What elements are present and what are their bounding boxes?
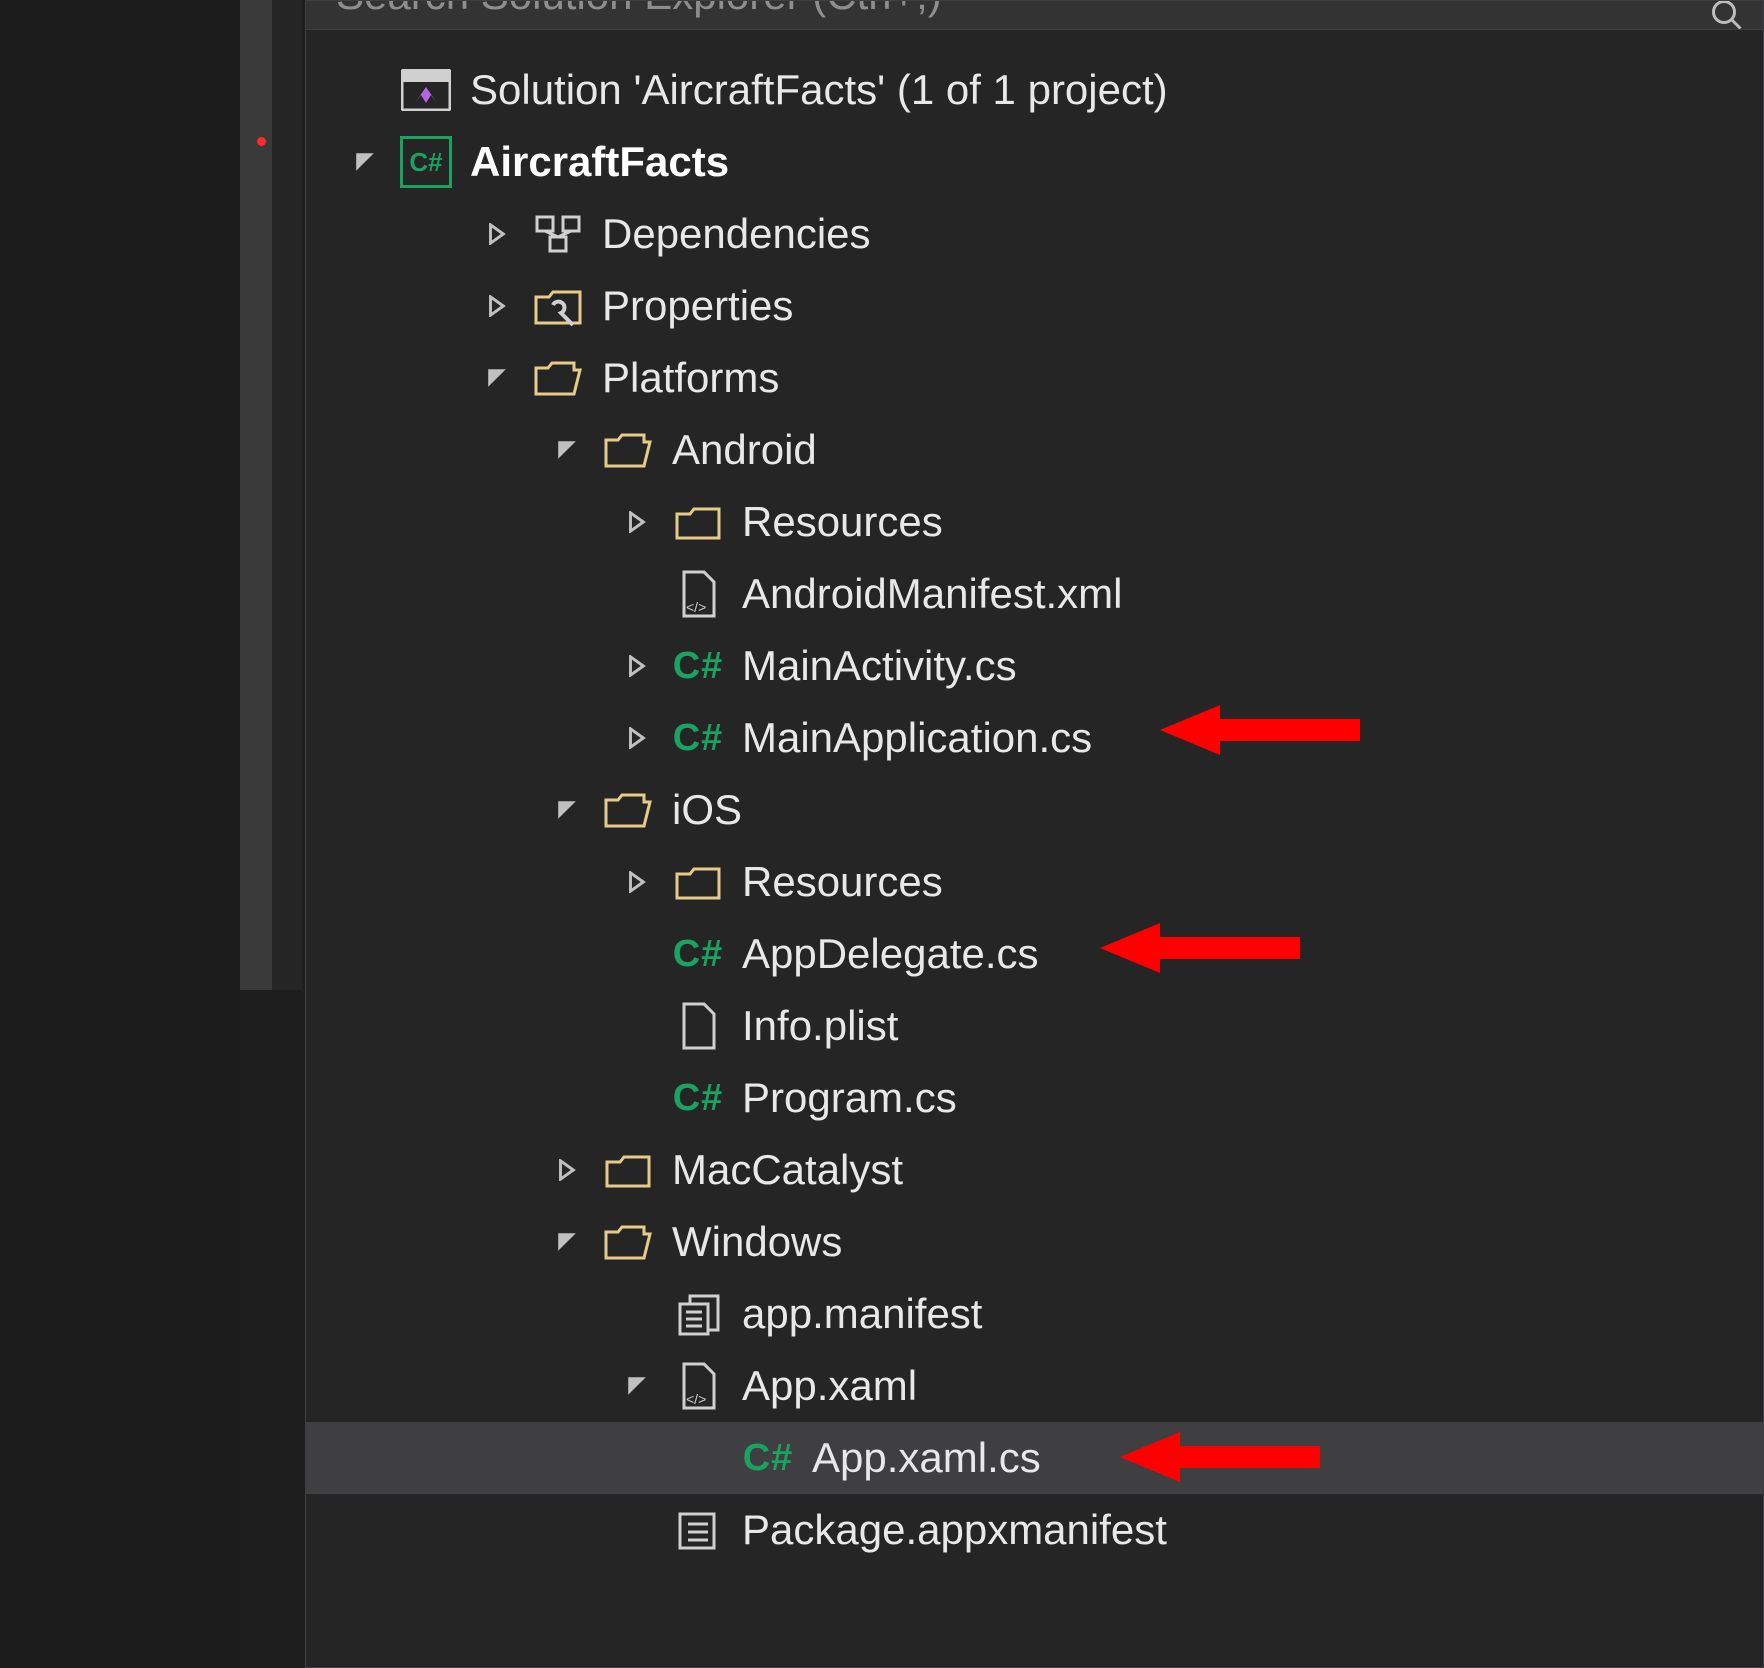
android-node[interactable]: Android: [306, 414, 1763, 486]
expander-icon[interactable]: [626, 727, 670, 749]
dependencies-icon: [530, 213, 586, 255]
expander-icon[interactable]: [626, 655, 670, 677]
csharp-project-icon: C#: [398, 136, 454, 188]
expander-icon[interactable]: [626, 871, 670, 893]
folder-closed-icon: [670, 502, 726, 542]
expander-icon[interactable]: [556, 1231, 600, 1253]
folder-open-icon: [600, 1222, 656, 1262]
package-appxmanifest-node[interactable]: ▶ Package.appxmanifest: [306, 1494, 1763, 1566]
expander-icon[interactable]: [556, 799, 600, 821]
app-xaml-node[interactable]: </> App.xaml: [306, 1350, 1763, 1422]
search-placeholder: Search Solution Explorer (Ctrl+;): [336, 1, 1709, 9]
expander-icon[interactable]: [486, 367, 530, 389]
properties-node[interactable]: Properties: [306, 270, 1763, 342]
project-label: AircraftFacts: [470, 138, 729, 186]
solution-node[interactable]: ▶ Solution 'AircraftFacts' (1 of 1 proje…: [306, 54, 1763, 126]
windows-node[interactable]: Windows: [306, 1206, 1763, 1278]
ios-resources-node[interactable]: Resources: [306, 846, 1763, 918]
svg-text:</>: </>: [686, 599, 706, 615]
program-cs-node[interactable]: ▶ C# Program.cs: [306, 1062, 1763, 1134]
platforms-node[interactable]: Platforms: [306, 342, 1763, 414]
search-box[interactable]: Search Solution Explorer (Ctrl+;): [306, 1, 1763, 30]
xaml-file-icon: </>: [670, 1362, 726, 1410]
solution-explorer-panel: Search Solution Explorer (Ctrl+;) ▶: [305, 0, 1764, 1668]
expander-icon[interactable]: [486, 295, 530, 317]
ios-node[interactable]: iOS: [306, 774, 1763, 846]
solution-label: Solution 'AircraftFacts' (1 of 1 project…: [470, 66, 1168, 114]
expander-icon[interactable]: [626, 1375, 670, 1397]
folder-open-icon: [600, 430, 656, 470]
xml-file-icon: </>: [670, 570, 726, 618]
main-activity-node[interactable]: C# MainActivity.cs: [306, 630, 1763, 702]
folder-open-icon: [600, 790, 656, 830]
folder-open-icon: [530, 358, 586, 398]
android-manifest-node[interactable]: ▶ </> AndroidManifest.xml: [306, 558, 1763, 630]
csharp-file-icon: C#: [740, 1437, 796, 1480]
package-manifest-icon: [670, 1508, 726, 1552]
expander-icon[interactable]: [354, 151, 398, 173]
main-application-node[interactable]: C# MainApplication.cs: [306, 702, 1763, 774]
breakpoint-dot: [257, 137, 266, 146]
app-xaml-cs-node[interactable]: ▶ C# App.xaml.cs: [306, 1422, 1763, 1494]
mac-catalyst-node[interactable]: MacCatalyst: [306, 1134, 1763, 1206]
expander-icon[interactable]: [556, 1159, 600, 1181]
csharp-file-icon: C#: [670, 933, 726, 976]
solution-icon: [398, 69, 454, 111]
svg-text:</>: </>: [686, 1391, 706, 1407]
csharp-file-icon: C#: [670, 1077, 726, 1120]
project-node[interactable]: C# AircraftFacts: [306, 126, 1763, 198]
folder-closed-icon: [600, 1150, 656, 1190]
folder-closed-icon: [670, 862, 726, 902]
app-manifest-node[interactable]: ▶ app.manifest: [306, 1278, 1763, 1350]
solution-tree: ▶ Solution 'AircraftFacts' (1 of 1 proje…: [306, 30, 1763, 1566]
app-delegate-node[interactable]: ▶ C# AppDelegate.cs: [306, 918, 1763, 990]
csharp-file-icon: C#: [670, 645, 726, 688]
search-icon: [1709, 1, 1745, 30]
info-plist-node[interactable]: ▶ Info.plist: [306, 990, 1763, 1062]
expander-icon[interactable]: [626, 511, 670, 533]
wrench-folder-icon: [530, 285, 586, 327]
manifest-file-icon: [670, 1292, 726, 1336]
file-icon: [670, 1002, 726, 1050]
expander-icon[interactable]: [486, 223, 530, 245]
android-resources-node[interactable]: Resources: [306, 486, 1763, 558]
csharp-file-icon: C#: [670, 717, 726, 760]
expander-icon[interactable]: [556, 439, 600, 461]
dependencies-node[interactable]: Dependencies: [306, 198, 1763, 270]
